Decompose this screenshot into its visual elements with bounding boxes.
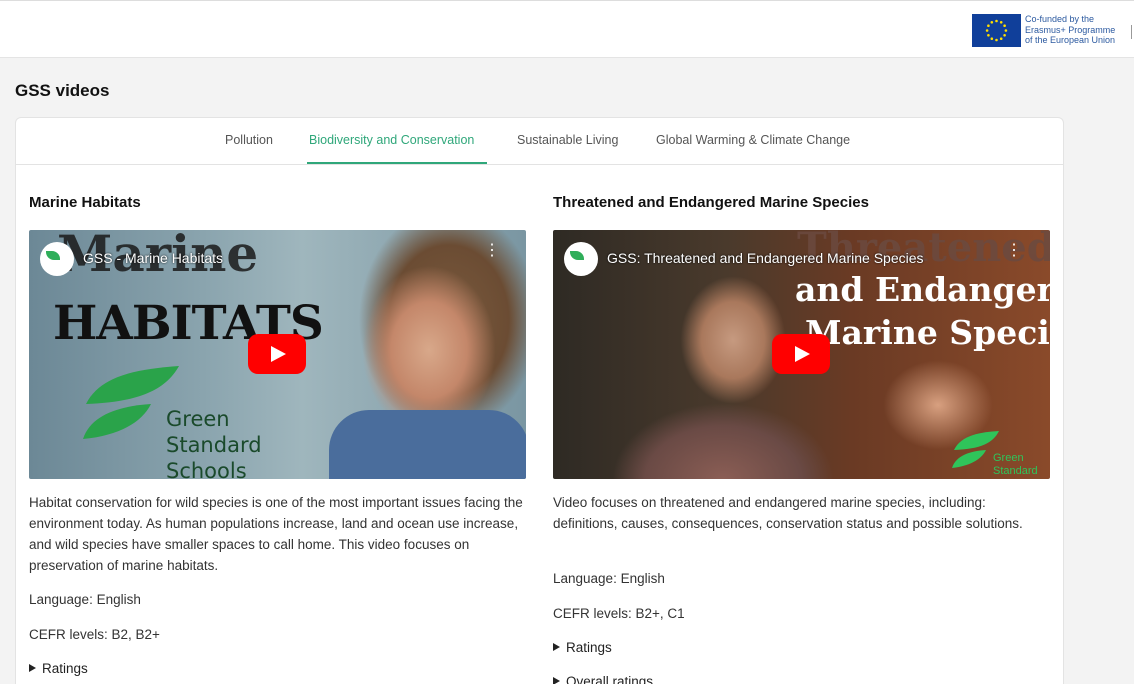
ratings-toggle[interactable]: Ratings	[29, 661, 88, 676]
video-heading: Marine Habitats	[29, 194, 141, 211]
video-cefr-levels: CEFR levels: B2, B2+	[29, 627, 160, 642]
video-column-endangered-species: Threatened and Endangered Marine Species	[553, 194, 1053, 211]
video-description: Habitat conservation for wild species is…	[29, 495, 523, 573]
tab-biodiversity-and-conservation[interactable]: Biodiversity and Conservation	[309, 133, 474, 147]
brand-line: Green	[166, 407, 230, 431]
thumbnail-shoulder-shape	[329, 410, 526, 479]
play-button-icon[interactable]	[772, 334, 830, 374]
active-tab-indicator	[307, 162, 487, 164]
thumbnail-word-and-endangered: and Endangered	[795, 270, 1050, 309]
top-bar: Co-funded by the Erasmus+ Programme of t…	[0, 0, 1134, 58]
eu-cofunded-badge: Co-funded by the Erasmus+ Programme of t…	[972, 14, 1115, 47]
thumbnail-brand-text: Green Standard Schools	[166, 406, 262, 479]
overall-ratings-label: Overall ratings	[566, 674, 654, 684]
player-title[interactable]: GSS: Threatened and Endangered Marine Sp…	[607, 250, 924, 266]
tab-global-warming-climate-change[interactable]: Global Warming & Climate Change	[656, 133, 850, 147]
disclosure-triangle-icon	[553, 643, 560, 651]
video-description: Video focuses on threatened and endanger…	[553, 495, 1023, 531]
eu-cofunded-text: Co-funded by the Erasmus+ Programme of t…	[1025, 14, 1115, 46]
ratings-label: Ratings	[42, 661, 88, 676]
more-options-icon[interactable]: ⋮	[484, 243, 500, 259]
eu-flag-icon	[972, 14, 1021, 47]
overall-ratings-toggle[interactable]: Overall ratings	[553, 674, 653, 684]
video-language: Language: English	[553, 571, 665, 586]
eu-text-line: of the European Union	[1025, 35, 1116, 45]
disclosure-triangle-icon	[29, 664, 36, 672]
video-player-endangered-species[interactable]: Threatened and Endangered Marine Species…	[553, 230, 1050, 479]
category-tabs: Pollution Biodiversity and Conservation …	[16, 118, 1063, 165]
channel-avatar[interactable]	[564, 242, 598, 276]
brand-line: Standard	[166, 433, 262, 457]
ratings-toggle[interactable]: Ratings	[553, 640, 612, 655]
ratings-label: Ratings	[566, 640, 612, 655]
player-title[interactable]: GSS - Marine Habitats	[83, 250, 223, 266]
disclosure-triangle-icon	[553, 677, 560, 684]
eu-text-line: Co-funded by the	[1025, 14, 1095, 24]
video-heading: Threatened and Endangered Marine Species	[553, 194, 869, 211]
brand-line: Standard	[993, 465, 1038, 477]
brand-line: Schools	[166, 459, 247, 479]
eu-text-line: Erasmus+ Programme	[1025, 24, 1116, 35]
tab-sustainable-living[interactable]: Sustainable Living	[517, 133, 618, 147]
tab-pollution[interactable]: Pollution	[225, 133, 273, 147]
video-language: Language: English	[29, 592, 141, 607]
video-player-marine-habitats[interactable]: Marine HABITATS Green Standard Schools G…	[29, 230, 526, 479]
video-column-marine-habitats: Marine Habitats	[29, 194, 529, 211]
channel-avatar[interactable]	[40, 242, 74, 276]
page-title: GSS videos	[15, 81, 110, 100]
thumbnail-word-marine-species: Marine Species	[805, 313, 1050, 352]
play-button-icon[interactable]	[248, 334, 306, 374]
videos-card: Pollution Biodiversity and Conservation …	[15, 117, 1064, 684]
brand-line: Green	[993, 452, 1024, 464]
thumbnail-brand-text: Green Standard	[993, 452, 1038, 478]
more-options-icon[interactable]: ⋮	[1006, 243, 1022, 259]
video-cefr-levels: CEFR levels: B2+, C1	[553, 606, 685, 621]
